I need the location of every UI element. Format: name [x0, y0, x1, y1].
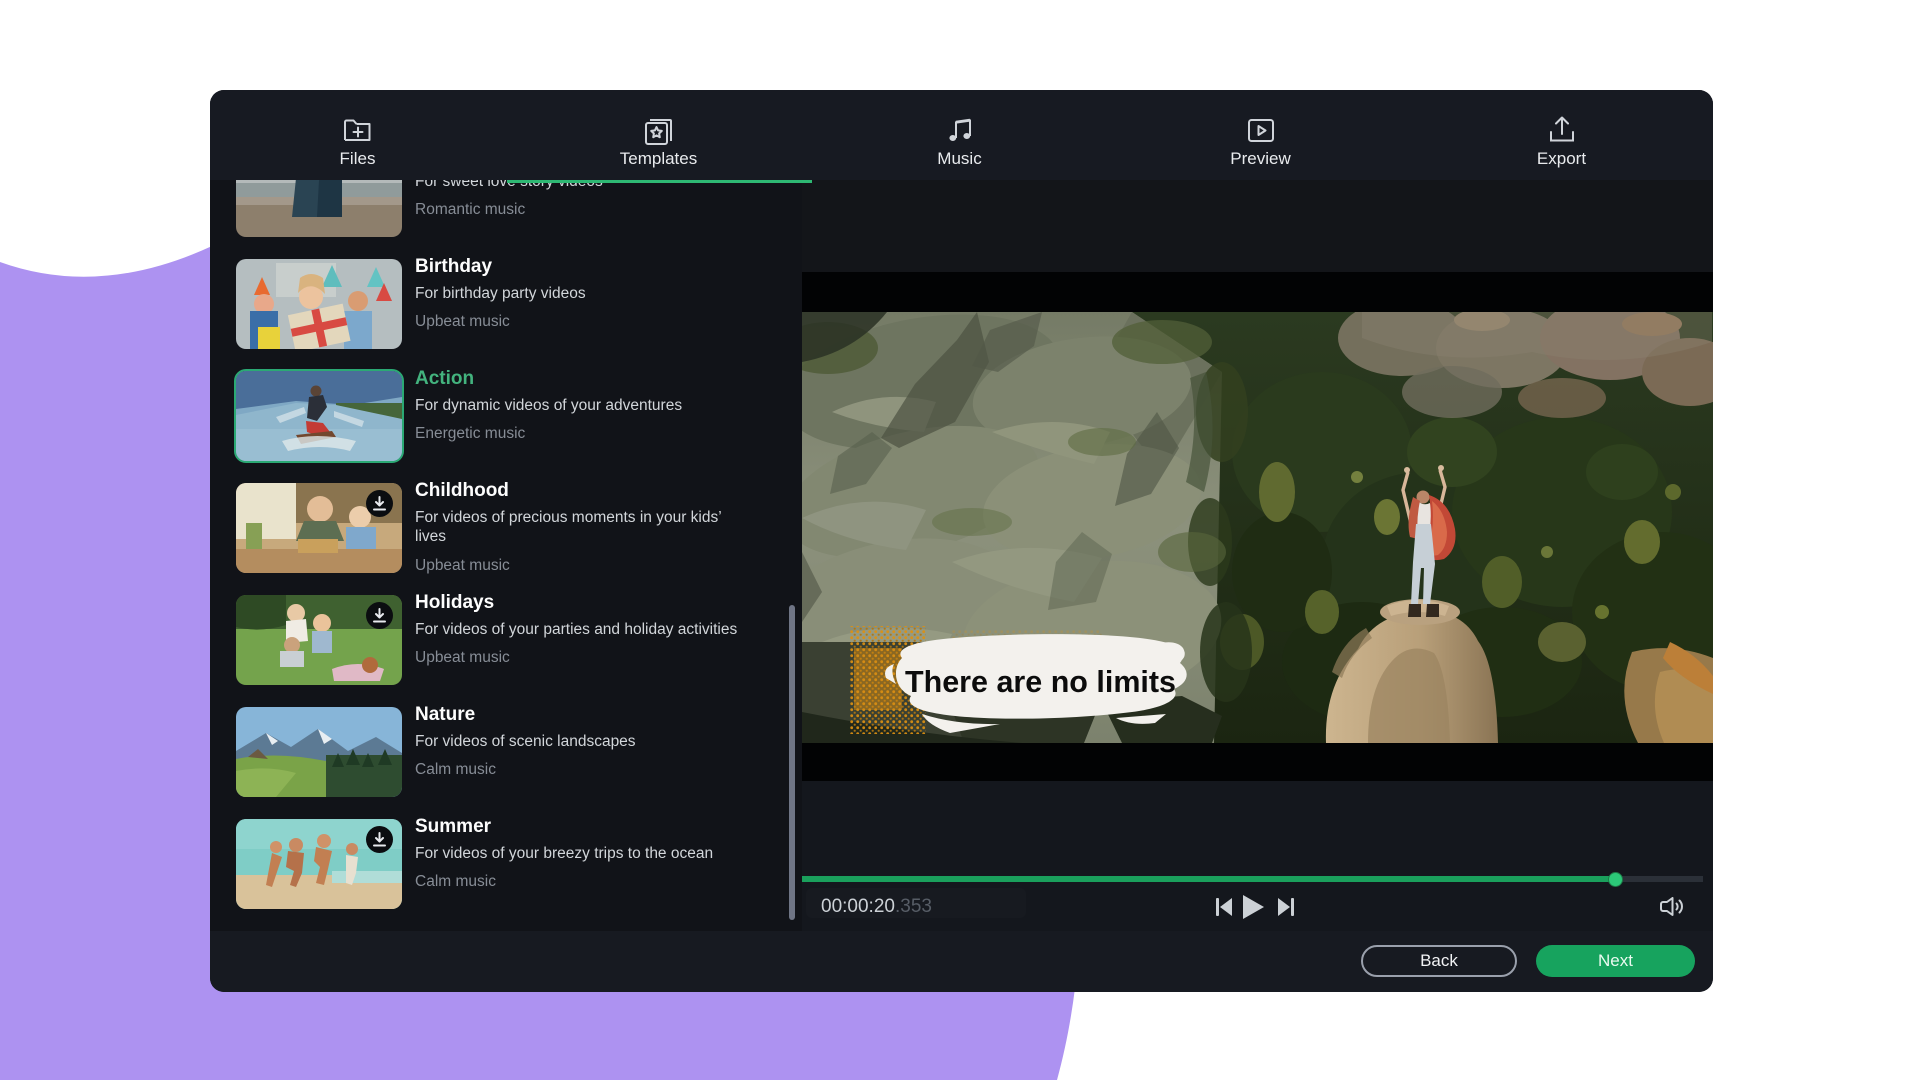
- svg-text:There are no limits: There are no limits: [905, 665, 1176, 699]
